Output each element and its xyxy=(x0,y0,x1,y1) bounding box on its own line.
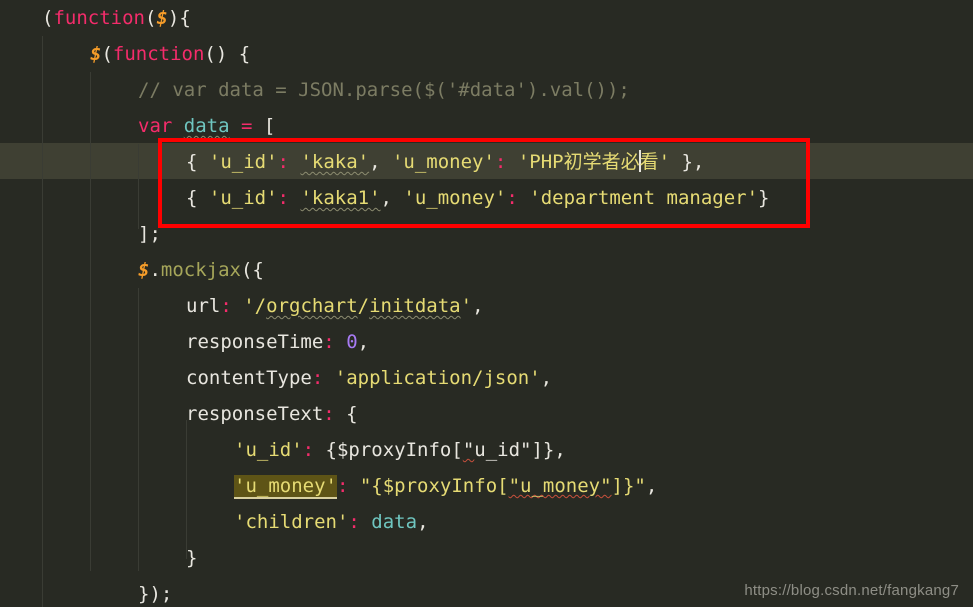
code-line-7[interactable]: ]; xyxy=(0,216,161,252)
code-line-17[interactable]: }); xyxy=(0,576,172,607)
code-line-2[interactable]: $(function() { xyxy=(0,36,250,72)
code-line-12[interactable]: responseText: { xyxy=(0,396,358,432)
code-line-14[interactable]: 'u_money': "{$proxyInfo["u_money"]}", xyxy=(0,468,657,504)
code-line-4[interactable]: var data = [ xyxy=(0,108,275,144)
code-line-1[interactable]: (function($){ xyxy=(0,0,191,36)
code-line-13[interactable]: 'u_id': {$proxyInfo["u_id"]}, xyxy=(0,432,566,468)
code-line-3[interactable]: // var data = JSON.parse($('#data').val(… xyxy=(0,72,630,108)
code-text-layer[interactable]: (function($){ $(function() { // var data… xyxy=(0,0,973,607)
code-line-10[interactable]: responseTime: 0, xyxy=(0,324,369,360)
code-line-9[interactable]: url: '/orgchart/initdata', xyxy=(0,288,484,324)
code-line-11[interactable]: contentType: 'application/json', xyxy=(0,360,552,396)
selected-token[interactable]: 'u_money' xyxy=(234,475,337,499)
watermark-url: https://blog.csdn.net/fangkang7 xyxy=(744,582,959,599)
code-line-6[interactable]: { 'u_id': 'kaka1', 'u_money': 'departmen… xyxy=(0,180,770,216)
code-line-5[interactable]: { 'u_id': 'kaka', 'u_money': 'PHP初学者必看' … xyxy=(0,144,704,180)
code-line-8[interactable]: $.mockjax({ xyxy=(0,252,264,288)
code-line-16[interactable]: } xyxy=(0,540,197,576)
code-line-15[interactable]: 'children': data, xyxy=(0,504,429,540)
code-editor-viewport[interactable]: (function($){ $(function() { // var data… xyxy=(0,0,973,607)
